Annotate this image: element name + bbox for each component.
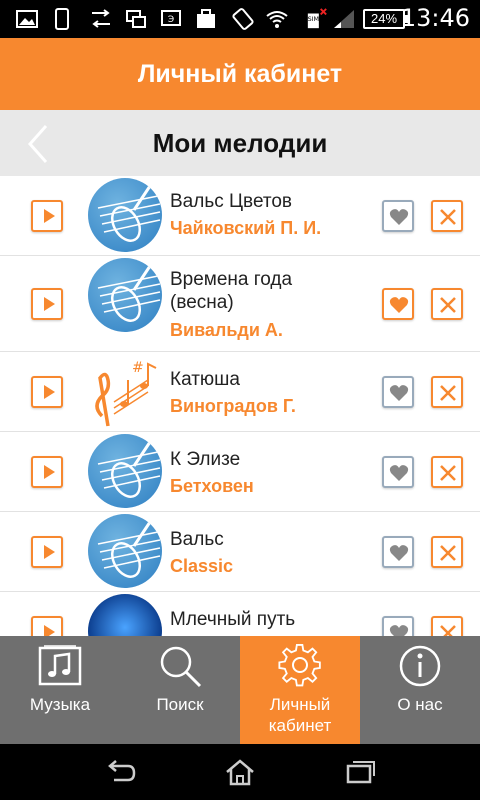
tab-label: Поиск: [156, 695, 204, 714]
tab-label: Личный кабинет: [268, 695, 332, 735]
song-artist: Бетховен: [170, 476, 254, 496]
svg-text:#: #: [132, 360, 144, 376]
gear-icon: [278, 644, 321, 687]
battery-indicator: 24%: [363, 9, 409, 29]
chevron-left-icon[interactable]: [20, 122, 60, 166]
play-button[interactable]: [31, 456, 63, 488]
svg-text:Э: Э: [168, 15, 174, 25]
violin-thumbnail: [88, 434, 162, 508]
tab-about[interactable]: О нас: [360, 636, 480, 744]
violin-thumbnail: [88, 258, 162, 332]
windows-icon: [126, 10, 146, 28]
home-icon[interactable]: [224, 758, 256, 786]
list-item[interactable]: Времена года (весна) Вивальди А.: [0, 256, 480, 352]
song-title: Катюша: [170, 369, 240, 390]
favorite-button[interactable]: [382, 536, 414, 568]
song-artist: Classic: [170, 556, 234, 576]
delete-button[interactable]: [431, 200, 463, 232]
song-artist: Виноградов Г.: [170, 396, 296, 416]
section-title: Мои мелодии: [152, 127, 328, 158]
milky-way-thumbnail: [88, 594, 162, 636]
play-button[interactable]: [31, 616, 63, 636]
briefcase-icon: [197, 9, 215, 28]
list-item[interactable]: Вальс Classic: [0, 512, 480, 592]
play-button[interactable]: [31, 288, 63, 320]
heart-icon: [389, 465, 409, 481]
system-nav-bar: [0, 744, 480, 800]
delete-button[interactable]: [431, 616, 463, 636]
tab-account[interactable]: Личный кабинет: [240, 636, 360, 744]
message-icon: Э: [161, 10, 181, 26]
back-icon[interactable]: [104, 758, 136, 786]
play-button[interactable]: [31, 536, 63, 568]
close-icon: [440, 625, 456, 636]
heart-icon: [389, 297, 409, 313]
close-icon: [440, 297, 456, 313]
phone-icon: [55, 8, 69, 30]
list-item[interactable]: К Элизе Бетховен: [0, 432, 480, 512]
section-header: Мои мелодии: [0, 110, 480, 176]
svg-text:SIM: SIM: [308, 15, 319, 23]
favorite-button[interactable]: [382, 616, 414, 636]
heart-icon: [389, 545, 409, 561]
favorite-button[interactable]: [382, 376, 414, 408]
song-artist: Вивальди А.: [170, 320, 283, 340]
close-icon: [440, 385, 456, 401]
clock: 13:46: [400, 4, 470, 32]
song-title: Млечный путь: [170, 609, 296, 630]
list-item[interactable]: # Катюша Виноградов Г.: [0, 352, 480, 432]
sim-icon: SIM: [308, 8, 327, 29]
song-title: Вальс: [170, 529, 224, 550]
favorite-button[interactable]: [382, 200, 414, 232]
favorite-button[interactable]: [382, 456, 414, 488]
info-icon: [399, 645, 441, 687]
song-title: Времена года (весна): [170, 269, 293, 313]
wifi-icon: [266, 11, 288, 28]
song-artist: Чайковский П. И.: [170, 218, 322, 238]
transfer-icon: [92, 9, 110, 28]
song-list[interactable]: Вальс Цветов Чайковский П. И. Времена го…: [0, 176, 480, 636]
delete-button[interactable]: [431, 376, 463, 408]
tab-music[interactable]: Музыка: [0, 636, 120, 744]
search-icon: [160, 646, 202, 688]
list-item[interactable]: Млечный путь: [0, 592, 480, 636]
music-notes-thumbnail: #: [88, 356, 162, 430]
tab-search[interactable]: Поиск: [120, 636, 240, 744]
gallery-icon: [16, 10, 38, 28]
status-bar: Э SIM 24% 13:46: [0, 0, 480, 38]
song-title: К Элизе: [170, 449, 241, 470]
favorite-button[interactable]: [382, 288, 414, 320]
song-title: Вальс Цветов: [170, 191, 293, 212]
signal-icon: [334, 10, 354, 28]
delete-button[interactable]: [431, 536, 463, 568]
heart-icon: [389, 385, 409, 401]
play-button[interactable]: [31, 200, 63, 232]
close-icon: [440, 545, 456, 561]
tab-label: Музыка: [29, 695, 91, 714]
bottom-tab-bar: Музыка Поиск Личный кабинет О нас: [0, 636, 480, 744]
app-header: Личный кабинет: [0, 38, 480, 110]
heart-icon: [389, 625, 409, 636]
violin-thumbnail: [88, 514, 162, 588]
play-button[interactable]: [31, 376, 63, 408]
heart-icon: [389, 209, 409, 225]
music-note-icon: [38, 645, 82, 686]
delete-button[interactable]: [431, 288, 463, 320]
delete-button[interactable]: [431, 456, 463, 488]
tab-label: О нас: [397, 695, 443, 714]
rotate-icon: [232, 8, 254, 30]
violin-thumbnail: [88, 178, 162, 252]
close-icon: [440, 465, 456, 481]
recent-apps-icon[interactable]: [344, 758, 376, 786]
page-title: Личный кабинет: [137, 59, 343, 88]
close-icon: [440, 209, 456, 225]
list-item[interactable]: Вальс Цветов Чайковский П. И.: [0, 176, 480, 256]
